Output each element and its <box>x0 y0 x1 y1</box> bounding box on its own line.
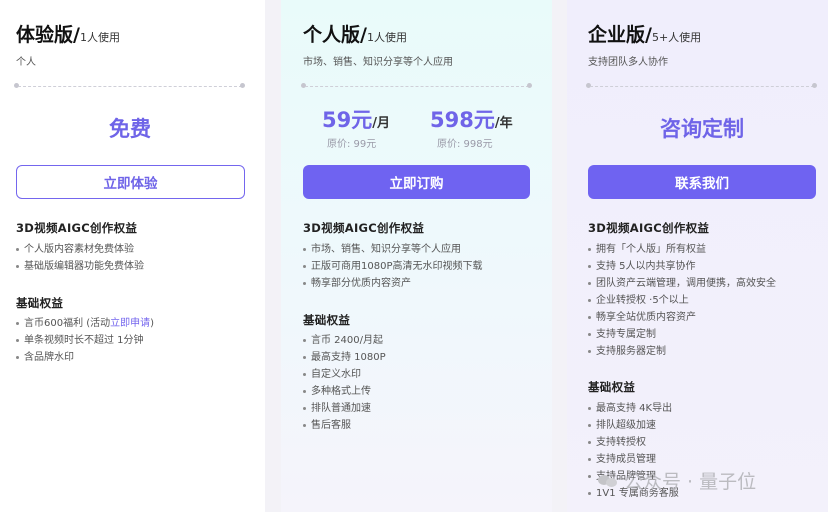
plan-subtitle: 个人 <box>16 57 36 68</box>
list-item: 支持服务器定制 <box>588 343 776 360</box>
list-item: 最高支持 4K导出 <box>588 400 679 417</box>
divider-dot <box>240 83 245 88</box>
list-item-tail: ) <box>150 318 155 329</box>
plan-card-enterprise: 企业版/5+人使用 支持团队多人协作 咨询定制 联系我们 3D视频AIGC创作权… <box>567 0 828 512</box>
yearly-price-unit: /年 <box>494 116 513 131</box>
basic-benefits-list: 言币 2400/月起 最高支持 1080P 自定义水印 多种格式上传 排队普通加… <box>303 332 386 434</box>
plan-card-personal: 个人版/1人使用 市场、销售、知识分享等个人应用 59元/月 原价: 99元 5… <box>281 0 552 512</box>
list-item: 畅享全站优质内容资产 <box>588 309 776 326</box>
list-item: 最高支持 1080P <box>303 349 386 366</box>
subscribe-now-button[interactable]: 立即订购 <box>303 165 530 199</box>
divider <box>18 86 242 87</box>
monthly-price-unit: /月 <box>372 116 390 131</box>
list-item: 言币 2400/月起 <box>303 332 386 349</box>
plan-name: 个人版/ <box>303 24 367 46</box>
aigc-benefits-list: 个人版内容素材免费体验 基础版编辑器功能免费体验 <box>16 241 144 275</box>
monthly-price-value: 59元 <box>322 108 373 132</box>
list-item-text: 言币600福利 (活动 <box>24 318 111 329</box>
divider-dot <box>527 83 532 88</box>
contact-us-button[interactable]: 联系我们 <box>588 165 816 199</box>
list-item: 个人版内容素材免费体验 <box>16 241 144 258</box>
plan-name: 体验版/ <box>16 24 80 46</box>
section-title-aigc: 3D视频AIGC创作权益 <box>303 221 425 235</box>
plan-name: 企业版/ <box>588 24 652 46</box>
plan-title: 体验版/1人使用 <box>16 20 120 47</box>
list-item: 单条视频时长不超过 1分钟 <box>16 332 154 349</box>
basic-benefits-list: 言币600福利 (活动立即申请) 单条视频时长不超过 1分钟 含品牌水印 <box>16 315 154 366</box>
plan-seats: 1人使用 <box>366 31 407 44</box>
section-title-aigc: 3D视频AIGC创作权益 <box>16 221 138 235</box>
list-item: 支持转授权 <box>588 434 679 451</box>
plan-seats: 5+人使用 <box>651 31 702 44</box>
list-item: 企业转授权 ·5个以上 <box>588 292 776 309</box>
plan-subtitle: 支持团队多人协作 <box>588 57 668 68</box>
watermark: 公众号 · 量子位 <box>598 467 756 494</box>
divider <box>305 86 529 87</box>
list-item: 畅享部分优质内容资产 <box>303 275 482 292</box>
plan-seats: 1人使用 <box>79 31 120 44</box>
plan-price: 免费 <box>109 117 151 141</box>
list-item: 言币600福利 (活动立即申请) <box>16 315 154 332</box>
section-title-basic: 基础权益 <box>588 380 636 394</box>
plan-subtitle: 市场、销售、知识分享等个人应用 <box>303 57 453 68</box>
section-title-aigc: 3D视频AIGC创作权益 <box>588 221 710 235</box>
divider <box>590 86 814 87</box>
plan-card-trial: 体验版/1人使用 个人 免费 立即体验 3D视频AIGC创作权益 个人版内容素材… <box>0 0 265 512</box>
yearly-original-price: 原价: 998元 <box>437 139 493 150</box>
list-item: 多种格式上传 <box>303 383 386 400</box>
list-item: 团队资产云端管理，调用便携，高效安全 <box>588 275 776 292</box>
list-item: 排队普通加速 <box>303 400 386 417</box>
plan-title: 企业版/5+人使用 <box>588 20 701 47</box>
list-item: 基础版编辑器功能免费体验 <box>16 258 144 275</box>
list-item: 含品牌水印 <box>16 349 154 366</box>
yearly-price: 598元/年 <box>430 104 513 134</box>
list-item: 自定义水印 <box>303 366 386 383</box>
plan-title: 个人版/1人使用 <box>303 20 407 47</box>
list-item: 正版可商用1080P高清无水印视频下载 <box>303 258 482 275</box>
list-item: 排队超级加速 <box>588 417 679 434</box>
apply-now-link[interactable]: 立即申请 <box>110 318 150 329</box>
divider-dot <box>812 83 817 88</box>
watermark-text: 公众号 · 量子位 <box>624 471 757 493</box>
plan-price: 咨询定制 <box>660 117 744 141</box>
list-item: 支持成员管理 <box>588 451 679 468</box>
list-item: 售后客服 <box>303 417 386 434</box>
aigc-benefits-list: 拥有「个人版」所有权益 支持 5人以内共享协作 团队资产云端管理，调用便携，高效… <box>588 241 776 360</box>
try-now-button[interactable]: 立即体验 <box>16 165 245 199</box>
wechat-icon <box>598 473 618 489</box>
monthly-original-price: 原价: 99元 <box>327 139 377 150</box>
yearly-price-value: 598元 <box>430 108 495 132</box>
monthly-price: 59元/月 <box>322 104 390 134</box>
section-title-basic: 基础权益 <box>303 313 351 327</box>
list-item: 市场、销售、知识分享等个人应用 <box>303 241 482 258</box>
list-item: 支持 5人以内共享协作 <box>588 258 776 275</box>
aigc-benefits-list: 市场、销售、知识分享等个人应用 正版可商用1080P高清无水印视频下载 畅享部分… <box>303 241 482 292</box>
list-item: 支持专属定制 <box>588 326 776 343</box>
list-item: 拥有「个人版」所有权益 <box>588 241 776 258</box>
section-title-basic: 基础权益 <box>16 296 64 310</box>
